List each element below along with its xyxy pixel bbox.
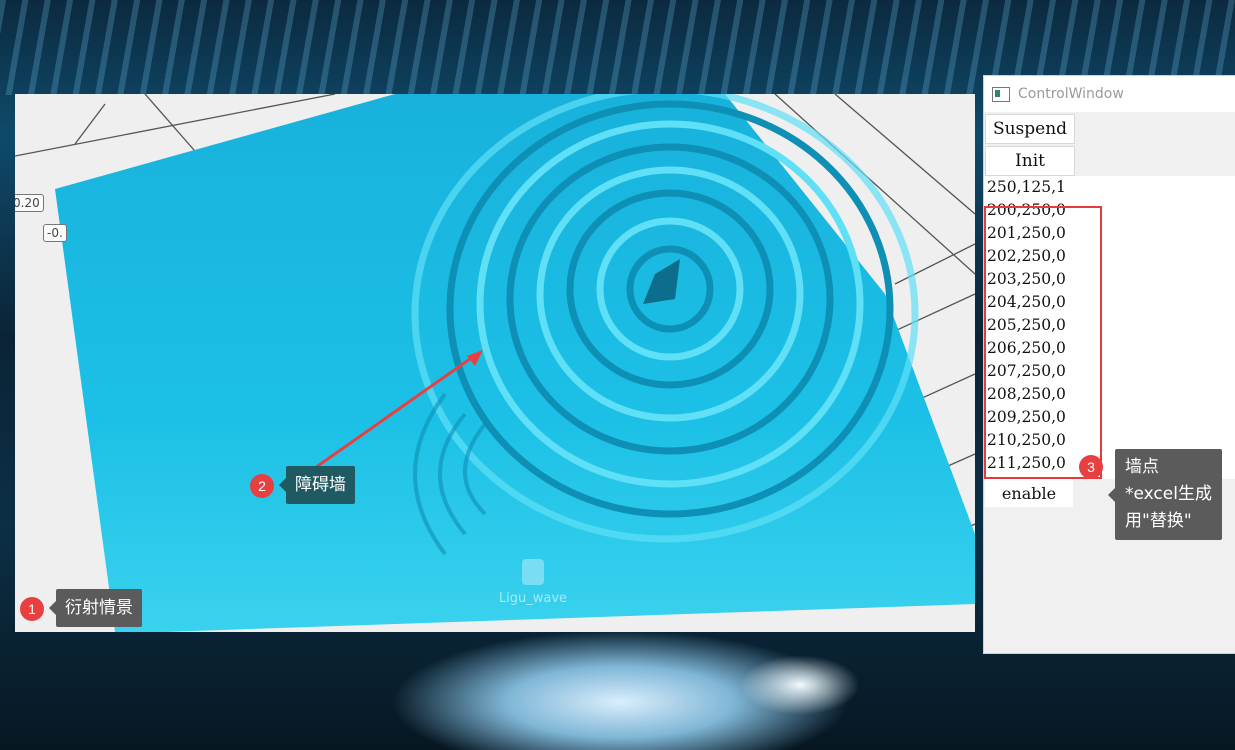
window-titlebar[interactable]: ControlWindow [984, 76, 1235, 112]
cave-opening-highlight [740, 655, 860, 715]
axis-tick-label: -0. [43, 224, 67, 242]
wave-surface-plot [15, 94, 975, 632]
wall-points-highlight [984, 206, 1102, 479]
annotation-tooltip-2: 障碍墙 [279, 466, 355, 504]
init-button[interactable]: Init [985, 146, 1075, 176]
tooltip-line: *excel生成 [1125, 484, 1212, 504]
tooltip-line: 用"替换" [1125, 511, 1192, 531]
annotation-tooltip-3: 墙点 *excel生成 用"替换" [1108, 449, 1222, 540]
wave-simulation-view[interactable]: 0.20 -0. Ligu_wave [15, 94, 975, 632]
axis-tick-label: 0.20 [15, 194, 44, 212]
annotation-badge-3: 3 [1079, 455, 1103, 479]
app-logo-icon [522, 559, 544, 585]
annotation-badge-1: 1 [20, 597, 44, 621]
window-title: ControlWindow [1018, 86, 1124, 102]
source-point-line: 250,125,1 [987, 178, 1066, 196]
window-icon [992, 86, 1010, 102]
annotation-tooltip-1: 衍射情景 [49, 589, 142, 627]
tooltip-line: 墙点 [1125, 457, 1159, 477]
enable-button[interactable]: enable [985, 479, 1073, 507]
watermark-text: Ligu_wave [498, 591, 568, 606]
suspend-button[interactable]: Suspend [985, 114, 1075, 144]
annotation-badge-2: 2 [250, 474, 274, 498]
watermark: Ligu_wave [493, 559, 573, 606]
